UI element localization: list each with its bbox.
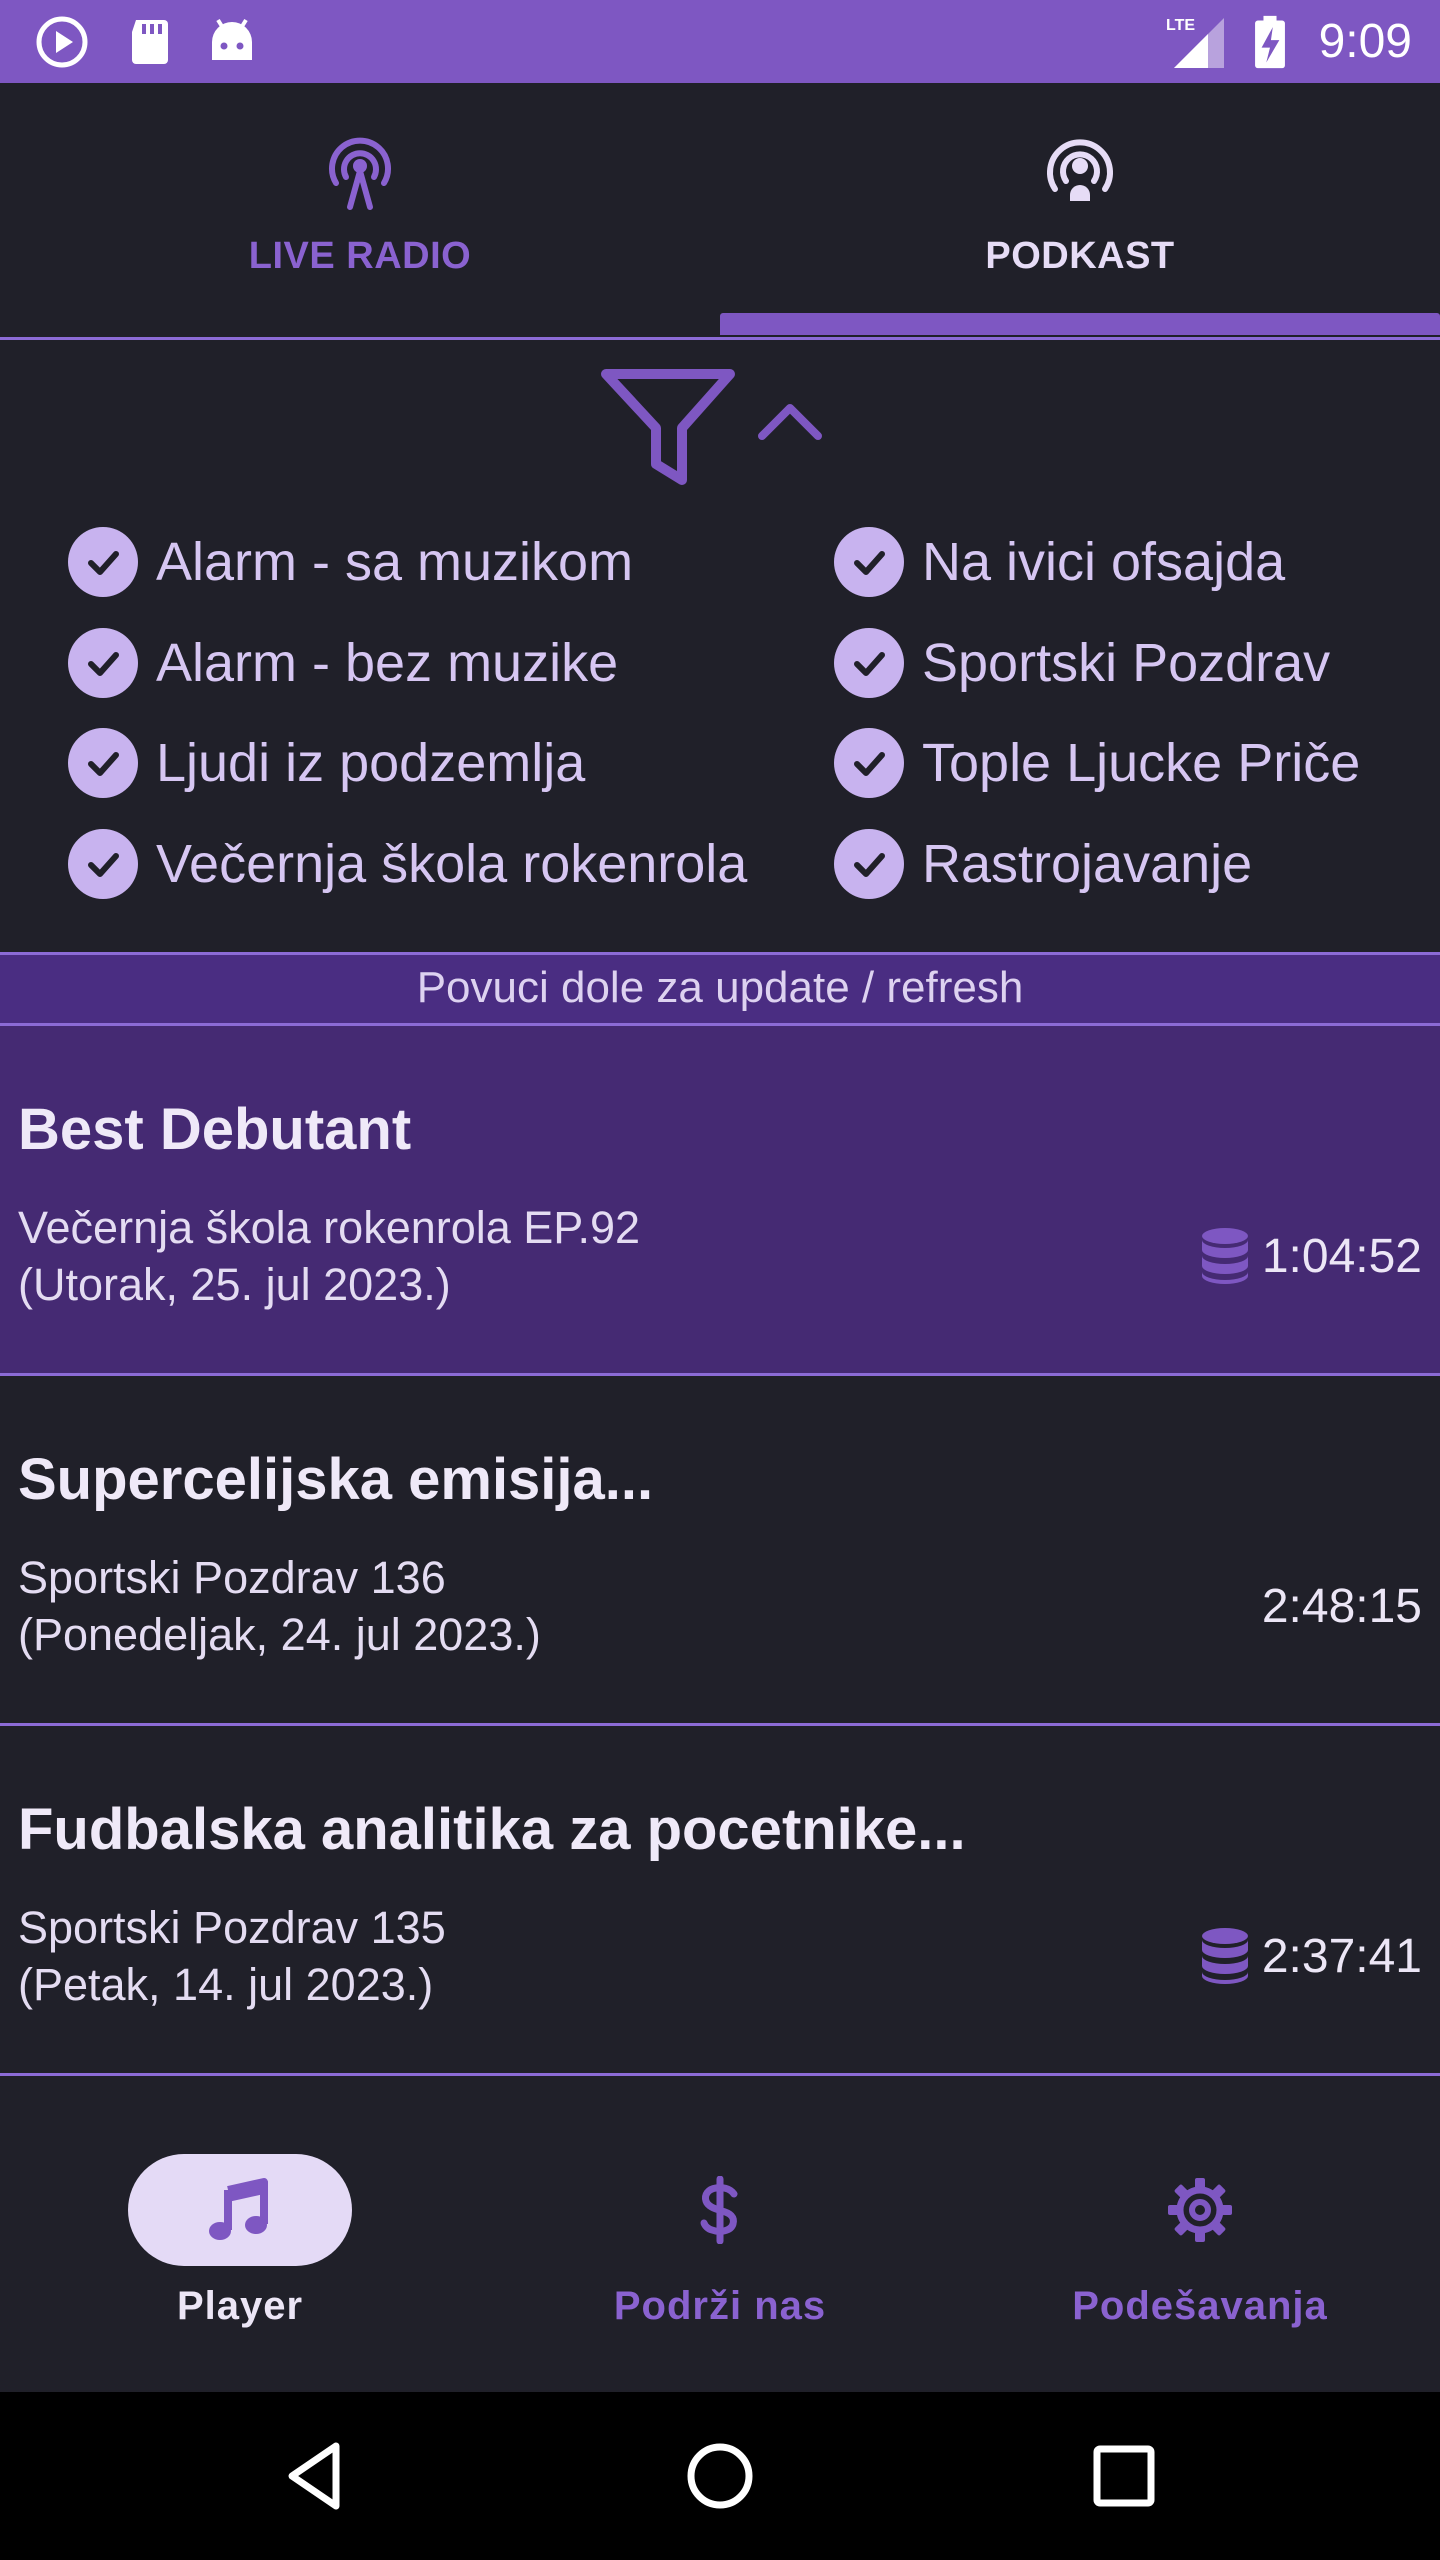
check-icon xyxy=(68,527,138,597)
filter-chip-label: Alarm - bez muzike xyxy=(156,633,619,693)
tab-label: LIVE RADIO xyxy=(248,235,472,277)
svg-text:LTE: LTE xyxy=(1166,17,1195,34)
tab-live-radio[interactable]: LIVE RADIO xyxy=(0,83,720,335)
filter-panel: Alarm - sa muzikom Na ivici ofsajda Alar… xyxy=(0,340,1440,952)
check-icon xyxy=(834,527,904,597)
episode-duration: 2:48:15 xyxy=(1262,1576,1422,1636)
filter-chip[interactable]: Večernja škola rokenrola xyxy=(68,824,747,904)
duration-text: 1:04:52 xyxy=(1261,1229,1422,1283)
nav-label: Podešavanja xyxy=(1072,2284,1328,2328)
filter-funnel-icon[interactable] xyxy=(600,366,736,488)
top-tabs: LIVE RADIO PODKAST xyxy=(0,83,1440,340)
episode-show: Večernja škola rokenrola EP.92 xyxy=(18,1202,641,1253)
nav-label: Podrži nas xyxy=(613,2284,827,2328)
chevron-up-icon[interactable] xyxy=(756,398,824,444)
episode-title: Supercelijska emisija... xyxy=(18,1447,654,1512)
tab-indicator xyxy=(720,313,1440,335)
check-icon xyxy=(834,829,904,899)
gear-icon xyxy=(1168,2178,1232,2242)
filter-chip-label: Večernja škola rokenrola xyxy=(156,834,748,894)
episode-show: Sportski Pozdrav 136 xyxy=(18,1552,446,1603)
episode-duration: 1:04:52 xyxy=(1198,1226,1422,1286)
nav-support[interactable]: Podrži nas xyxy=(480,2078,960,2392)
downloaded-database-icon xyxy=(1201,1928,1248,1984)
nav-player[interactable]: Player xyxy=(0,2078,480,2392)
sd-card-icon xyxy=(132,20,168,64)
home-icon[interactable] xyxy=(680,2436,760,2516)
android-icon xyxy=(212,18,252,60)
podcast-icon xyxy=(1047,139,1113,201)
episode-title: Fudbalska analitika za pocetnike... xyxy=(18,1797,966,1862)
duration-text: 2:48:15 xyxy=(1261,1579,1422,1633)
filter-chip[interactable]: Ljudi iz podzemlja xyxy=(68,723,585,803)
episode-details: Večernja škola rokenrola EP.92 (Utorak, … xyxy=(18,1199,640,1313)
filter-chip-label: Tople Ljucke Priče xyxy=(922,733,1361,793)
tab-podkast[interactable]: PODKAST xyxy=(720,83,1440,335)
episode-title: Best Debutant xyxy=(18,1097,412,1162)
tab-label: PODKAST xyxy=(985,235,1175,277)
list-item[interactable]: Fudbalska analitika za pocetnike... Spor… xyxy=(0,1726,1440,2076)
filter-chip-label: Rastrojavanje xyxy=(922,834,1253,894)
filter-chip[interactable]: Alarm - bez muzike xyxy=(68,623,618,703)
duration-text: 2:37:41 xyxy=(1261,1929,1422,1983)
refresh-hint: Povuci dole za update / refresh xyxy=(0,952,1440,1026)
episode-details: Sportski Pozdrav 135 (Petak, 14. jul 202… xyxy=(18,1899,446,2013)
filter-chip[interactable]: Rastrojavanje xyxy=(834,824,1252,904)
clock: 9:09 xyxy=(1318,15,1412,68)
battery-charging-icon xyxy=(1255,15,1285,69)
check-icon xyxy=(834,628,904,698)
check-icon xyxy=(68,728,138,798)
filter-chip-label: Alarm - sa muzikom xyxy=(156,532,634,592)
filter-chip-label: Na ivici ofsajda xyxy=(922,532,1286,592)
filter-chip[interactable]: Tople Ljucke Priče xyxy=(834,723,1360,803)
filter-chip-label: Sportski Pozdrav xyxy=(922,633,1331,693)
lte-signal-icon: LTE xyxy=(1166,17,1224,68)
nav-label: Player xyxy=(176,2284,304,2328)
episode-show: Sportski Pozdrav 135 xyxy=(18,1902,446,1953)
dollar-icon xyxy=(700,2176,738,2244)
music-note-icon xyxy=(209,2178,268,2240)
filter-chip[interactable]: Na ivici ofsajda xyxy=(834,522,1285,602)
downloaded-database-icon xyxy=(1201,1228,1248,1284)
check-icon xyxy=(68,628,138,698)
episode-duration: 2:37:41 xyxy=(1198,1926,1422,1986)
filter-chip[interactable]: Alarm - sa muzikom xyxy=(68,522,633,602)
broadcast-tower-icon xyxy=(329,137,391,210)
play-circle-icon xyxy=(36,16,88,68)
nav-settings[interactable]: Podešavanja xyxy=(960,2078,1440,2392)
bottom-navigation: Player Podrži nas Podešavanja xyxy=(0,2078,1440,2392)
episode-details: Sportski Pozdrav 136 (Ponedeljak, 24. ju… xyxy=(18,1549,541,1663)
episode-date: (Utorak, 25. jul 2023.) xyxy=(18,1259,451,1310)
filter-chip-label: Ljudi iz podzemlja xyxy=(156,733,586,793)
back-icon[interactable] xyxy=(276,2436,356,2516)
list-item[interactable]: Supercelijska emisija... Sportski Pozdra… xyxy=(0,1376,1440,1726)
recents-icon[interactable] xyxy=(1084,2436,1164,2516)
check-icon xyxy=(834,728,904,798)
filter-chip[interactable]: Sportski Pozdrav xyxy=(834,623,1330,703)
list-item[interactable]: Best Debutant Večernja škola rokenrola E… xyxy=(0,1026,1440,1376)
episode-date: (Petak, 14. jul 2023.) xyxy=(18,1959,434,2010)
episode-date: (Ponedeljak, 24. jul 2023.) xyxy=(18,1609,541,1660)
system-navigation-bar xyxy=(0,2392,1440,2560)
status-bar: LTE 9:09 xyxy=(0,0,1440,83)
check-icon xyxy=(68,829,138,899)
